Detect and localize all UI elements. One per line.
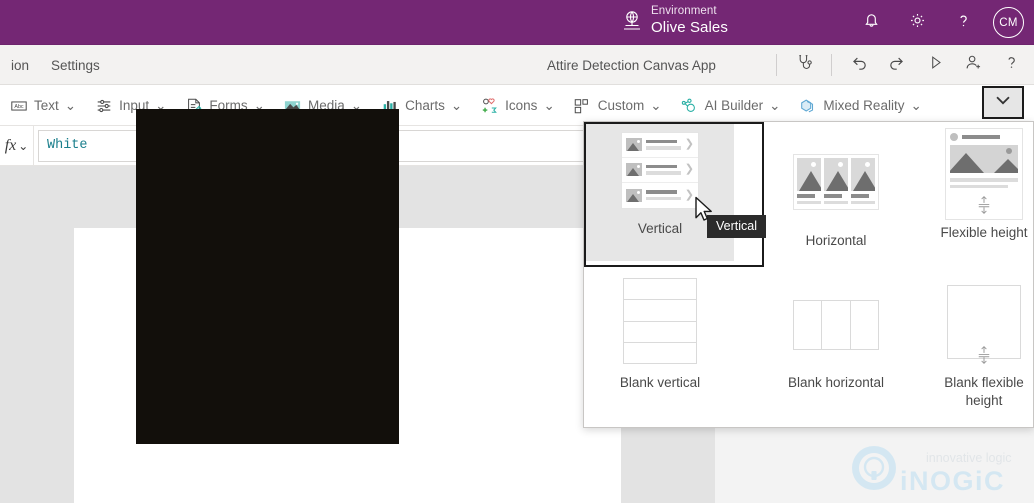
resize-handle-icon bbox=[950, 195, 1018, 215]
environment-selector[interactable]: Environment Olive Sales bbox=[622, 5, 728, 36]
gallery-option-flexible-height[interactable]: Flexible height bbox=[910, 128, 1034, 261]
vertical-gallery-thumb: ❯ ❯ ❯ bbox=[621, 124, 699, 216]
gallery-option-label: Blank vertical bbox=[619, 375, 701, 390]
ribbon-label: Text bbox=[34, 98, 59, 113]
undo-arrow-icon bbox=[849, 53, 869, 78]
menu-item-action[interactable]: ion bbox=[0, 45, 40, 85]
flexible-height-gallery-thumb bbox=[945, 128, 1023, 220]
gallery-option-label: Blank horizontal bbox=[787, 375, 885, 390]
custom-blocks-icon bbox=[573, 96, 592, 115]
play-triangle-icon bbox=[926, 53, 945, 77]
gallery-option-horizontal[interactable]: Horizontal bbox=[762, 136, 910, 261]
chevron-down-icon: ⌄ bbox=[769, 97, 781, 113]
resize-handle-icon bbox=[977, 345, 991, 370]
divider bbox=[831, 54, 832, 76]
gallery-option-blank-vertical[interactable]: Blank vertical bbox=[586, 272, 734, 412]
chevron-down-icon: ⌄ bbox=[450, 97, 463, 113]
gear-icon bbox=[908, 11, 927, 35]
shapes-icon bbox=[480, 96, 499, 115]
environment-icon bbox=[622, 10, 642, 32]
blank-horizontal-thumb bbox=[793, 280, 879, 370]
camera-control[interactable] bbox=[136, 109, 399, 444]
image-placeholder-icon bbox=[626, 188, 642, 202]
ribbon-item-ai-builder[interactable]: AI Builder ⌄ bbox=[671, 85, 790, 126]
redo-arrow-icon bbox=[887, 53, 907, 78]
app-title: Attire Detection Canvas App bbox=[547, 57, 716, 73]
undo-button[interactable] bbox=[840, 46, 878, 84]
gallery-option-label: Vertical bbox=[637, 221, 683, 236]
environment-label: Environment bbox=[651, 5, 717, 17]
app-checker-button[interactable] bbox=[785, 46, 823, 84]
workspace-side-gutter bbox=[621, 428, 715, 503]
app-root: Environment Olive Sales CM ion Settings … bbox=[0, 0, 1034, 503]
ribbon-label: Custom bbox=[597, 98, 645, 113]
avatar[interactable]: CM bbox=[993, 7, 1024, 38]
top-app-bar: Environment Olive Sales CM bbox=[0, 0, 1034, 45]
gallery-layout-grid: ❯ ❯ ❯ Vertical Horizontal Flexible heigh… bbox=[584, 122, 1034, 429]
ribbon-label: Icons bbox=[505, 98, 538, 113]
ribbon-item-icons[interactable]: Icons ⌄ bbox=[471, 85, 564, 126]
ribbon-label: Mixed Reality bbox=[823, 98, 905, 113]
chevron-down-icon: ⌄ bbox=[543, 97, 555, 113]
chevron-down-icon: ⌄ bbox=[18, 138, 29, 153]
gallery-layout-dropdown: ❯ ❯ ❯ Vertical Horizontal Flexible heigh… bbox=[583, 121, 1034, 428]
tooltip: Vertical bbox=[707, 215, 766, 238]
settings-button[interactable] bbox=[897, 3, 937, 43]
ribbon-item-text[interactable]: Abc Text ⌄ bbox=[0, 85, 85, 126]
question-mark-icon bbox=[1002, 53, 1021, 77]
abc-text-icon: Abc bbox=[9, 96, 28, 115]
environment-name: Olive Sales bbox=[651, 18, 728, 36]
chevron-down-icon: ⌄ bbox=[910, 97, 922, 113]
gallery-option-label: Flexible height bbox=[940, 225, 1028, 240]
gallery-option-blank-horizontal[interactable]: Blank horizontal bbox=[762, 280, 910, 412]
image-placeholder-icon bbox=[626, 163, 642, 176]
gallery-option-blank-flexible-height[interactable]: Blank flexible height bbox=[910, 274, 1034, 414]
chevron-down-icon: ⌄ bbox=[64, 97, 77, 113]
person-add-icon bbox=[964, 53, 983, 77]
ribbon-item-custom[interactable]: Custom ⌄ bbox=[564, 85, 671, 126]
blank-vertical-thumb bbox=[623, 272, 697, 370]
menu-bar: ion Settings Attire Detection Canvas App bbox=[0, 45, 1034, 85]
chevron-right-icon: ❯ bbox=[684, 138, 694, 150]
fx-label: fx bbox=[4, 136, 17, 154]
chevron-down-icon bbox=[992, 89, 1014, 116]
bell-icon bbox=[862, 11, 881, 35]
divider bbox=[776, 54, 777, 76]
property-selector-button[interactable]: fx ⌄ bbox=[0, 126, 34, 165]
chevron-down-icon: ⌄ bbox=[650, 97, 662, 113]
mixed-reality-icon bbox=[798, 96, 817, 115]
gallery-option-label: Blank flexible height bbox=[944, 375, 1024, 409]
menu-bar-actions bbox=[768, 45, 1030, 85]
blank-flexible-height-thumb bbox=[947, 274, 1021, 370]
menu-bar-left: ion Settings bbox=[0, 45, 111, 85]
horizontal-gallery-thumb bbox=[793, 136, 879, 228]
image-placeholder-icon bbox=[626, 138, 642, 151]
formula-value: White bbox=[47, 138, 88, 153]
redo-button[interactable] bbox=[878, 46, 916, 84]
help-button-top[interactable] bbox=[943, 3, 983, 43]
gallery-option-vertical[interactable]: ❯ ❯ ❯ Vertical bbox=[584, 122, 764, 267]
share-button[interactable] bbox=[954, 46, 992, 84]
sliders-icon bbox=[94, 96, 113, 115]
gallery-option-label: Horizontal bbox=[805, 233, 867, 248]
svg-text:Abc: Abc bbox=[14, 104, 24, 110]
help-button[interactable] bbox=[992, 46, 1030, 84]
question-mark-icon bbox=[954, 11, 973, 35]
stethoscope-icon bbox=[795, 53, 814, 77]
properties-pane[interactable] bbox=[715, 428, 1034, 503]
menu-item-settings[interactable]: Settings bbox=[40, 45, 111, 85]
ribbon-label: AI Builder bbox=[704, 98, 764, 113]
preview-button[interactable] bbox=[916, 46, 954, 84]
ai-nodes-icon bbox=[680, 96, 699, 115]
topbar-actions: CM bbox=[851, 0, 1024, 45]
chevron-right-icon: ❯ bbox=[684, 188, 694, 201]
chevron-right-icon: ❯ bbox=[684, 163, 694, 175]
notifications-button[interactable] bbox=[851, 3, 891, 43]
ribbon-item-mixed-reality[interactable]: Mixed Reality ⌄ bbox=[789, 85, 930, 126]
expand-ribbon-button[interactable] bbox=[982, 86, 1024, 119]
ribbon-label: Charts bbox=[405, 98, 445, 113]
